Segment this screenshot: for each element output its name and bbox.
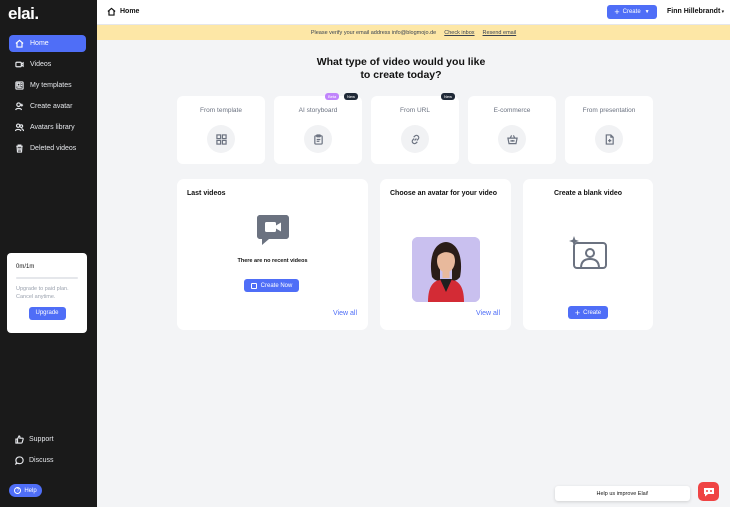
view-all-videos-link[interactable]: View all <box>333 310 357 317</box>
sidebar-item-avatars-library[interactable]: Avatars library <box>9 119 86 136</box>
sidebar-item-label: Videos <box>30 61 52 68</box>
e-commerce-card[interactable]: E-commerce <box>468 96 556 164</box>
from-template-card[interactable]: From template <box>177 96 265 164</box>
video-chat-icon <box>257 215 289 245</box>
chat-icon <box>15 456 24 465</box>
chevron-down-icon: ▾ <box>720 9 725 15</box>
help-button[interactable]: ? Help <box>9 484 42 497</box>
home-icon <box>107 7 116 16</box>
banner-text: Please verify your email address info@bl… <box>310 29 437 36</box>
view-all-avatars-link[interactable]: View all <box>476 310 500 317</box>
plus-icon: + <box>614 7 620 17</box>
page-title: Home <box>120 8 140 15</box>
help-label: Help <box>24 487 37 494</box>
avatar-portrait <box>412 237 480 302</box>
avatar-image[interactable] <box>412 237 480 302</box>
button-label: Create Now <box>260 282 293 289</box>
add-image-icon <box>569 236 607 269</box>
blank-video-card: Create a blank video + Create <box>523 179 653 330</box>
upgrade-button[interactable]: Upgrade <box>28 307 66 320</box>
sidebar-item-deleted-videos[interactable]: Deleted videos <box>9 140 86 157</box>
ai-storyboard-card[interactable]: Beta New AI storyboard <box>274 93 362 164</box>
sidebar-item-label: Deleted videos <box>30 145 77 152</box>
add-user-icon <box>15 102 24 111</box>
sidebar-item-create-avatar[interactable]: Create avatar <box>9 98 86 115</box>
card-title: Create a blank video <box>553 190 623 197</box>
video-icon <box>250 282 257 289</box>
link-icon <box>401 125 429 153</box>
new-badge: New <box>344 93 359 100</box>
new-badge: New <box>441 93 456 100</box>
help-icon: ? <box>14 487 22 494</box>
card-label: E-commerce <box>493 107 531 114</box>
sidebar-item-label: Support <box>29 436 54 443</box>
plus-icon: + <box>574 307 581 318</box>
sidebar-item-label: My templates <box>30 82 72 89</box>
verify-email-banner: Please verify your email address info@bl… <box>97 25 730 40</box>
user-name: Finn Hillebrandt <box>667 8 721 15</box>
users-icon <box>15 123 24 132</box>
plan-card: 0m/1m Upgrade to paid plan. Cancel anyti… <box>7 253 87 333</box>
card-title: Choose an avatar for your video <box>390 190 497 197</box>
sidebar-item-support[interactable]: Support <box>15 433 85 446</box>
card-label: From URL <box>400 107 430 114</box>
grid-icon <box>207 125 235 153</box>
button-label: Create <box>583 309 602 316</box>
card-label: AI storyboard <box>298 107 338 114</box>
sidebar-item-label: Discuss <box>29 457 54 464</box>
top-header: Home + Create ▼ Finn Hillebrandt ▾ <box>97 0 730 25</box>
sidebar-item-home[interactable]: Home <box>9 35 86 52</box>
create-blank-video-button[interactable]: + Create <box>568 306 608 319</box>
create-button[interactable]: + Create ▼ <box>607 5 657 19</box>
empty-state-text: There are no recent videos <box>237 258 308 264</box>
sidebar-bottom-nav: Support Discuss <box>15 433 85 475</box>
sidebar-item-videos[interactable]: Videos <box>9 56 86 73</box>
sidebar-item-my-templates[interactable]: My templates <box>9 77 86 94</box>
from-presentation-card[interactable]: From presentation <box>565 96 653 164</box>
sidebar-nav: Home Videos My templates Create avatar A… <box>9 35 86 161</box>
video-icon <box>15 60 24 69</box>
resend-email-link[interactable]: Resend email <box>483 30 517 36</box>
chat-widget-button[interactable] <box>698 482 719 501</box>
chevron-down-icon: ▼ <box>644 9 650 15</box>
sidebar: elai. Home Videos My templates Create av… <box>0 0 97 507</box>
create-now-button[interactable]: Create Now <box>244 279 299 292</box>
plan-usage-bar <box>16 277 78 279</box>
trash-icon <box>15 144 24 153</box>
sidebar-item-label: Avatars library <box>30 124 75 131</box>
card-label: From template <box>200 107 242 114</box>
feedback-prompt[interactable]: Help us improve Elai! <box>555 486 690 501</box>
logo[interactable]: elai. <box>8 4 39 24</box>
sidebar-item-label: Home <box>30 40 49 47</box>
card-label: From presentation <box>582 107 636 114</box>
breadcrumb: Home <box>107 7 139 16</box>
check-inbox-link[interactable]: Check inbox <box>444 30 474 36</box>
clipboard-icon <box>304 125 332 153</box>
sidebar-item-discuss[interactable]: Discuss <box>15 454 85 467</box>
last-videos-card: Last videos There are no recent videos C… <box>177 179 368 330</box>
templates-icon <box>15 81 24 90</box>
chat-bot-icon <box>703 487 714 496</box>
feedback-text: Help us improve Elai! <box>596 490 649 497</box>
create-button-label: Create <box>622 9 641 15</box>
sidebar-item-label: Create avatar <box>30 103 73 110</box>
main-title: What type of video would you like to cre… <box>316 56 486 81</box>
basket-icon <box>498 125 526 153</box>
beta-badge: Beta <box>325 93 340 100</box>
file-plus-icon <box>595 125 623 153</box>
thumbs-up-icon <box>15 435 24 444</box>
plan-usage: 0m/1m <box>16 264 35 270</box>
home-icon <box>15 39 24 48</box>
from-url-card[interactable]: New From URL <box>371 93 459 164</box>
choose-avatar-card[interactable]: Choose an avatar for your video View all <box>380 179 511 330</box>
card-title: Last videos <box>187 190 226 197</box>
user-menu[interactable]: Finn Hillebrandt ▾ <box>667 8 724 15</box>
plan-text: Upgrade to paid plan. Cancel anytime. <box>16 286 69 300</box>
